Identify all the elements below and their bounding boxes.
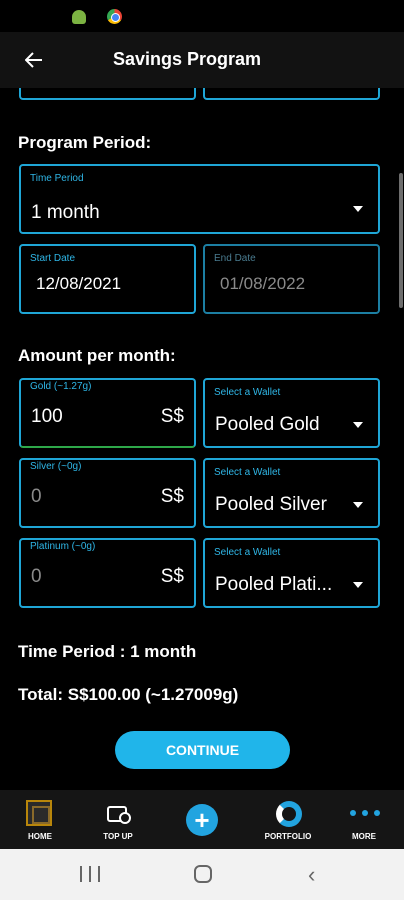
gold-amount-input[interactable]: Gold (~1.27g) 100 S$ <box>19 378 196 448</box>
recents-icon[interactable] <box>80 866 100 882</box>
gold-amount-label: Gold (~1.27g) <box>30 381 92 392</box>
bottom-navigation: HOME TOP UP + PORTFOLIO MORE <box>0 790 404 849</box>
start-date-field[interactable]: Start Date 12/08/2021 <box>19 244 196 314</box>
silver-wallet-value: Pooled Silver <box>215 494 327 515</box>
nav-portfolio[interactable]: PORTFOLIO <box>248 790 328 849</box>
more-dots-icon <box>350 810 380 816</box>
platinum-amount-value: 0 <box>31 566 42 587</box>
portfolio-ring-icon <box>276 801 302 827</box>
program-period-heading: Program Period: <box>18 133 152 152</box>
gold-wallet-value: Pooled Gold <box>215 414 320 435</box>
silver-amount-input[interactable]: Silver (~0g) 0 S$ <box>19 458 196 528</box>
platinum-amount-input[interactable]: Platinum (~0g) 0 S$ <box>19 538 196 608</box>
system-navigation-bar: ‹ <box>0 849 404 900</box>
nav-top-up[interactable]: TOP UP <box>78 790 158 849</box>
total-summary: Total: S$100.00 (~1.27009g) <box>18 685 239 704</box>
amount-per-month-heading: Amount per month: <box>18 346 176 365</box>
system-back-icon[interactable]: ‹ <box>308 862 315 888</box>
time-period-select[interactable]: Time Period 1 month <box>19 164 380 234</box>
plus-circle-icon: + <box>186 804 218 836</box>
platinum-wallet-value: Pooled Plati... <box>215 574 333 595</box>
home-icon <box>26 800 52 826</box>
dropdown-arrow-icon <box>353 582 363 588</box>
time-period-value: 1 month <box>31 202 100 223</box>
gold-wallet-select[interactable]: Select a Wallet Pooled Gold <box>203 378 380 448</box>
gold-amount-value: 100 <box>31 406 63 427</box>
nav-portfolio-label: PORTFOLIO <box>264 832 312 841</box>
nav-more-label: MORE <box>352 832 376 841</box>
back-button[interactable] <box>18 44 50 76</box>
platinum-wallet-select[interactable]: Select a Wallet Pooled Plati... <box>203 538 380 608</box>
silver-amount-value: 0 <box>31 486 42 507</box>
home-button-icon[interactable] <box>194 865 212 883</box>
continue-button[interactable]: CONTINUE <box>115 731 290 769</box>
gold-currency: S$ <box>160 406 184 427</box>
previous-field-right[interactable] <box>203 88 380 100</box>
status-bar <box>0 0 404 32</box>
gold-wallet-label: Select a Wallet <box>214 387 281 398</box>
start-date-value: 12/08/2021 <box>36 274 122 293</box>
chrome-notification-icon <box>107 9 122 24</box>
scrollbar[interactable] <box>399 173 403 308</box>
nav-top-up-label: TOP UP <box>103 832 133 841</box>
android-notification-icon <box>72 10 86 24</box>
nav-home[interactable]: HOME <box>0 790 80 849</box>
silver-currency: S$ <box>160 486 184 507</box>
time-period-label: Time Period <box>30 173 84 184</box>
dropdown-arrow-icon <box>353 422 363 428</box>
platinum-wallet-label: Select a Wallet <box>214 547 281 558</box>
previous-field-left[interactable] <box>19 88 196 100</box>
nav-more[interactable]: MORE <box>324 790 404 849</box>
nav-home-label: HOME <box>28 832 52 841</box>
platinum-amount-label: Platinum (~0g) <box>30 541 96 552</box>
silver-wallet-label: Select a Wallet <box>214 467 281 478</box>
app-bar: Savings Program <box>0 32 404 88</box>
start-date-label: Start Date <box>30 253 76 264</box>
silver-amount-label: Silver (~0g) <box>30 461 82 472</box>
nav-add[interactable]: + <box>162 790 242 849</box>
end-date-label: End Date <box>214 253 256 264</box>
main-content[interactable]: Program Period: Time Period 1 month Star… <box>0 88 404 790</box>
end-date-field[interactable]: End Date 01/08/2022 <box>203 244 380 314</box>
dropdown-arrow-icon <box>353 206 363 212</box>
dropdown-arrow-icon <box>353 502 363 508</box>
wallet-topup-icon <box>107 806 131 824</box>
time-period-summary: Time Period : 1 month <box>18 642 197 661</box>
end-date-value: 01/08/2022 <box>220 274 306 293</box>
arrow-left-icon <box>25 52 42 68</box>
silver-wallet-select[interactable]: Select a Wallet Pooled Silver <box>203 458 380 528</box>
platinum-currency: S$ <box>160 566 184 587</box>
page-title: Savings Program <box>113 49 262 69</box>
